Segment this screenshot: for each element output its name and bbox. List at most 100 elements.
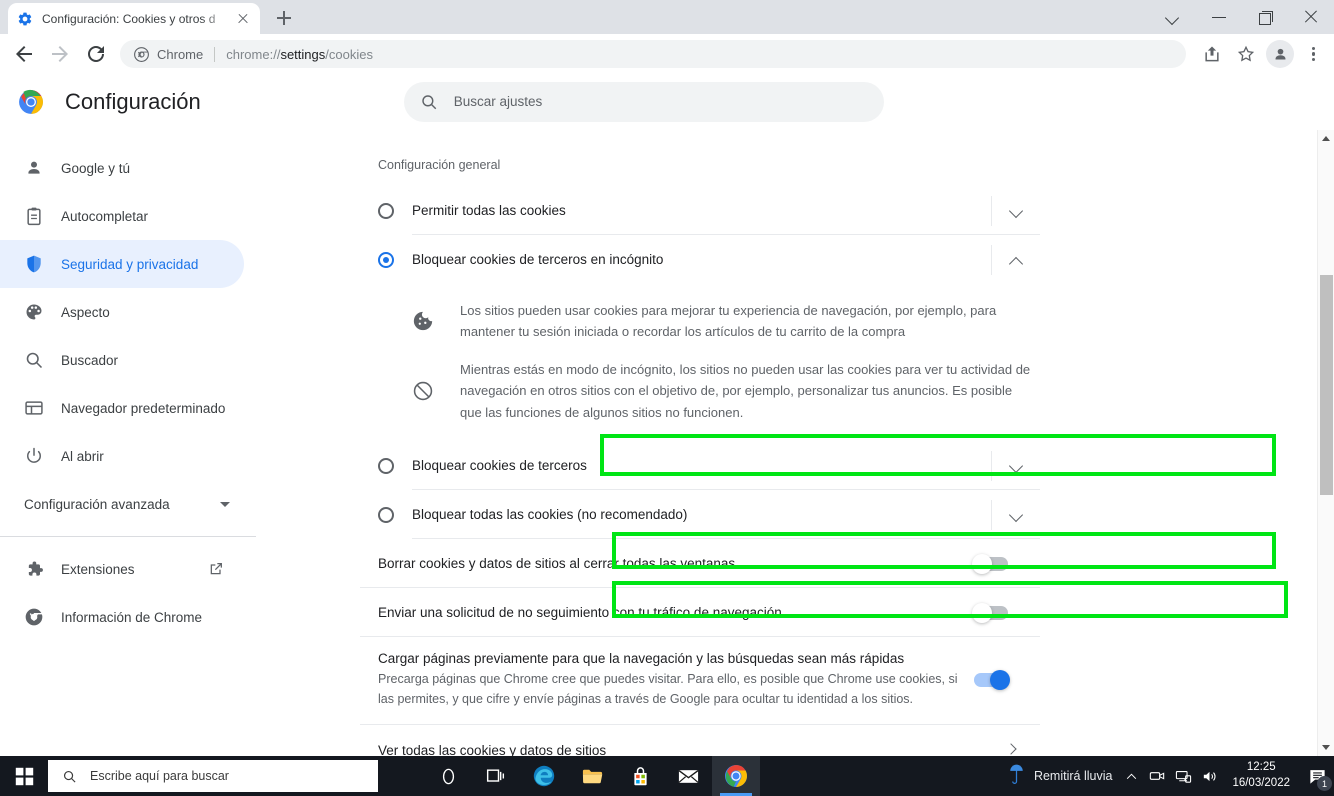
toggle-row-no-seguimiento[interactable]: Enviar una solicitud de no seguimiento c… bbox=[360, 588, 1040, 638]
description-text: Los sitios pueden usar cookies para mejo… bbox=[460, 303, 997, 340]
chrome-logo-icon bbox=[134, 46, 149, 62]
close-window-button[interactable] bbox=[1288, 0, 1334, 34]
sidebar-item-seguridad-y-privacidad[interactable]: Seguridad y privacidad bbox=[0, 240, 244, 288]
avatar[interactable] bbox=[1266, 40, 1294, 68]
share-icon[interactable] bbox=[1196, 38, 1228, 70]
edge-icon[interactable] bbox=[520, 756, 568, 796]
sidebar-divider bbox=[0, 536, 256, 537]
sidebar-item-label: Seguridad y privacidad bbox=[61, 256, 199, 272]
toggle-knob bbox=[972, 553, 992, 574]
vertical-scrollbar[interactable] bbox=[1317, 130, 1334, 756]
preload-subtitle: Precarga páginas que Chrome cree que pue… bbox=[378, 672, 958, 707]
sidebar: Google y tú Autocompletar Seguridad y pr… bbox=[0, 130, 300, 756]
section-label: Configuración general bbox=[378, 158, 501, 172]
sidebar-item-label: Extensiones bbox=[61, 561, 135, 577]
sidebar-item-informacion-de-chrome[interactable]: Información de Chrome bbox=[0, 593, 244, 641]
radio-button[interactable] bbox=[378, 202, 394, 219]
scroll-up-arrow[interactable] bbox=[1318, 130, 1334, 147]
sidebar-item-extensiones[interactable]: Extensiones bbox=[0, 545, 244, 593]
microsoft-store-icon[interactable] bbox=[616, 756, 664, 796]
new-tab-button[interactable] bbox=[270, 4, 298, 32]
kebab-menu-icon[interactable] bbox=[1298, 38, 1328, 70]
sidebar-item-label: Aspecto bbox=[61, 304, 110, 320]
toggle-switch[interactable] bbox=[972, 602, 1008, 623]
chevron-right-icon[interactable] bbox=[994, 733, 1028, 756]
windows-start-icon[interactable] bbox=[0, 756, 48, 796]
sidebar-item-label: Información de Chrome bbox=[61, 609, 203, 625]
sidebar-item-label: Google y tú bbox=[61, 160, 131, 176]
sidebar-item-navegador-predeterminado[interactable]: Navegador predeterminado bbox=[0, 384, 244, 432]
chevron-up-icon[interactable] bbox=[1118, 756, 1144, 796]
toggle-label: Borrar cookies y datos de sitios al cerr… bbox=[378, 556, 736, 572]
chrome-icon[interactable] bbox=[712, 756, 760, 796]
search-icon bbox=[24, 350, 44, 370]
mail-icon[interactable] bbox=[664, 756, 712, 796]
toggle-knob bbox=[972, 602, 992, 623]
external-link-icon[interactable] bbox=[208, 561, 224, 577]
tab-close-icon[interactable] bbox=[235, 11, 251, 27]
taskbar-clock[interactable]: 12:25 16/03/2022 bbox=[1222, 760, 1300, 791]
radio-row-permitir-todas-las-cookies[interactable]: Permitir todas las cookies bbox=[360, 186, 1040, 235]
radio-button-selected[interactable] bbox=[378, 251, 394, 268]
network-icon[interactable] bbox=[1170, 756, 1196, 796]
sidebar-advanced-label: Configuración avanzada bbox=[24, 496, 170, 512]
shield-icon bbox=[24, 254, 44, 274]
palette-icon bbox=[24, 302, 44, 322]
toggle-row-borrar-cookies[interactable]: Borrar cookies y datos de sitios al cerr… bbox=[360, 539, 1040, 589]
sidebar-item-aspecto[interactable]: Aspecto bbox=[0, 288, 244, 336]
main-content: Configuración general Permitir todas las… bbox=[300, 130, 1334, 756]
taskbar-weather[interactable]: Remitirá lluvia bbox=[1003, 762, 1119, 791]
sidebar-item-autocompletar[interactable]: Autocompletar bbox=[0, 192, 244, 240]
camera-icon[interactable] bbox=[1144, 756, 1170, 796]
radio-button[interactable] bbox=[378, 457, 394, 474]
chevron-down-icon[interactable] bbox=[992, 491, 1040, 539]
star-icon[interactable] bbox=[1230, 38, 1262, 70]
chevron-down-icon[interactable] bbox=[992, 187, 1040, 235]
settings-card: Configuración general Permitir todas las… bbox=[360, 130, 1040, 756]
tab-search-icon[interactable] bbox=[1150, 0, 1196, 34]
block-icon bbox=[412, 380, 434, 402]
address-bar[interactable]: Chrome chrome://settings/cookies bbox=[120, 40, 1186, 68]
sidebar-item-label: Navegador predeterminado bbox=[61, 400, 226, 416]
sidebar-item-al-abrir[interactable]: Al abrir bbox=[0, 432, 244, 480]
omnibox-url: chrome://settings/cookies bbox=[226, 47, 373, 62]
radio-label: Bloquear cookies de terceros bbox=[412, 458, 587, 474]
notification-icon[interactable]: 1 bbox=[1300, 756, 1334, 796]
reload-icon[interactable] bbox=[78, 36, 114, 72]
scroll-down-arrow[interactable] bbox=[1318, 739, 1334, 756]
browser-tab[interactable]: Configuración: Cookies y otros d bbox=[8, 3, 260, 34]
toggle-switch-preload[interactable] bbox=[974, 670, 1010, 691]
sidebar-advanced-toggle[interactable]: Configuración avanzada bbox=[0, 480, 244, 528]
file-explorer-icon[interactable] bbox=[568, 756, 616, 796]
chrome-logo-icon bbox=[18, 89, 44, 115]
maximize-button[interactable] bbox=[1242, 0, 1288, 34]
cortana-icon[interactable] bbox=[424, 756, 472, 796]
chevron-down-icon[interactable] bbox=[992, 442, 1040, 490]
search-icon bbox=[62, 769, 77, 784]
back-arrow-icon[interactable] bbox=[6, 36, 42, 72]
radio-row-bloquear-todas-las-cookies[interactable]: Bloquear todas las cookies (no recomenda… bbox=[360, 490, 1040, 540]
task-view-icon[interactable] bbox=[472, 756, 520, 796]
gear-icon bbox=[17, 11, 33, 27]
row-hairline bbox=[360, 724, 1040, 726]
search-input[interactable]: Buscar ajustes bbox=[403, 81, 884, 122]
toggle-switch[interactable] bbox=[972, 553, 1008, 574]
chevron-up-icon[interactable] bbox=[992, 236, 1040, 284]
scrollbar-thumb[interactable] bbox=[1320, 275, 1333, 495]
chrome-logo-icon bbox=[24, 607, 44, 627]
settings-page: Configuración Buscar ajustes Google y tú bbox=[0, 74, 1334, 756]
url-bold-segment: settings bbox=[280, 46, 326, 62]
sidebar-item-buscador[interactable]: Buscador bbox=[0, 336, 244, 384]
volume-icon[interactable] bbox=[1196, 756, 1222, 796]
radio-row-bloquear-cookies-de-terceros-en-incognito[interactable]: Bloquear cookies de terceros en incógnit… bbox=[360, 235, 1040, 284]
link-row-ver-todas-las-cookies[interactable]: Ver todas las cookies y datos de sitios bbox=[360, 725, 1040, 756]
radio-row-bloquear-cookies-de-terceros[interactable]: Bloquear cookies de terceros bbox=[360, 441, 1040, 491]
preload-setting-row[interactable]: Cargar páginas previamente para que la n… bbox=[360, 637, 1040, 726]
sidebar-item-google-y-tu[interactable]: Google y tú bbox=[0, 144, 244, 192]
tab-title: Configuración: Cookies y otros d bbox=[42, 11, 216, 26]
radio-button[interactable] bbox=[378, 506, 394, 523]
minimize-button[interactable] bbox=[1196, 0, 1242, 34]
forward-arrow-icon[interactable] bbox=[42, 36, 78, 72]
search-icon bbox=[420, 93, 438, 111]
taskbar-search-input[interactable]: Escribe aquí para buscar bbox=[48, 760, 378, 792]
